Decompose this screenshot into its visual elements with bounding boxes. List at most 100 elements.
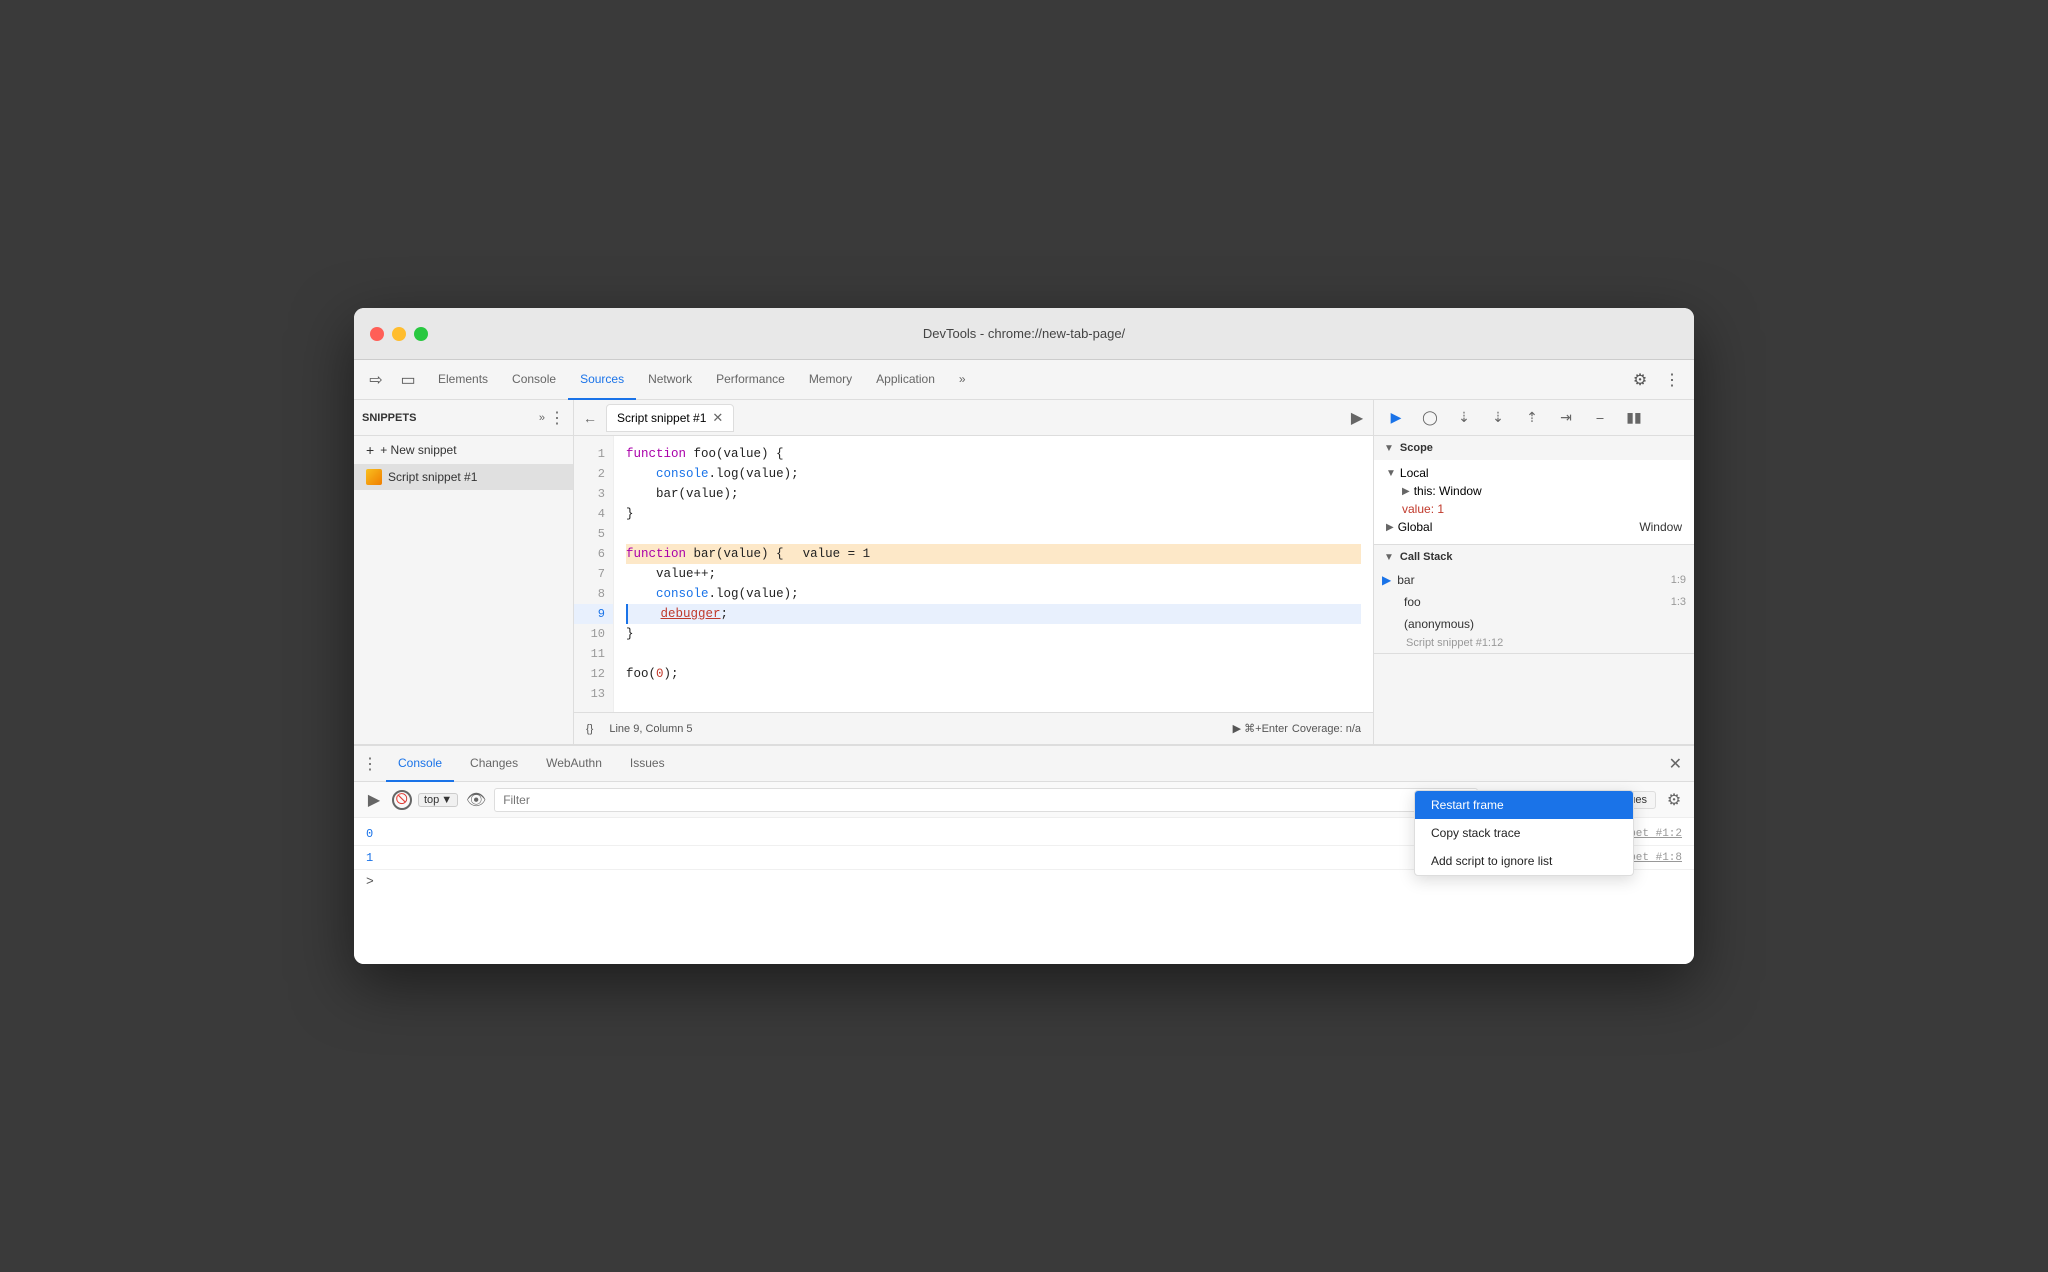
devtools-window: DevTools - chrome://new-tab-page/ ⇨ ▭ El… (354, 308, 1694, 964)
console-filter-input[interactable] (494, 788, 1478, 812)
global-arrow: ▶ (1386, 522, 1394, 533)
call-stack-section: ▼ Call Stack ▶ bar 1:9 foo 1:3 (1374, 545, 1694, 654)
local-label: Local (1400, 466, 1429, 480)
line-num-13: 13 (574, 684, 613, 704)
callstack-fn-anon: (anonymous) (1404, 617, 1680, 631)
pause-on-exception-btn[interactable]: ◯ (1416, 404, 1444, 432)
snippet-item-1[interactable]: Script snippet #1 (354, 464, 573, 490)
console-settings-icon[interactable]: ⚙ (1662, 788, 1686, 812)
close-traffic-light[interactable] (370, 327, 384, 341)
traffic-lights (370, 327, 428, 341)
ctx-add-to-ignore[interactable]: Add script to ignore list (1415, 847, 1633, 875)
call-stack-content: ▶ bar 1:9 foo 1:3 (anonymous) (1374, 569, 1694, 653)
code-line-3: bar(value); (626, 484, 1361, 504)
line-num-2: 2 (574, 464, 613, 484)
tab-more[interactable]: » (947, 360, 978, 400)
format-btn[interactable]: {} (586, 723, 593, 735)
scope-title: Scope (1400, 442, 1433, 454)
bottom-tab-console[interactable]: Console (386, 746, 454, 782)
step-into-btn[interactable]: ⇣ (1484, 404, 1512, 432)
ctx-restart-frame[interactable]: Restart frame (1415, 791, 1633, 819)
resume-btn[interactable]: ▶︎ (1382, 404, 1410, 432)
code-editor[interactable]: function foo(value) { console.log(value)… (614, 436, 1373, 712)
more-options-icon[interactable]: ⋮ (1658, 366, 1686, 394)
scope-global-header[interactable]: ▶ Global Window (1386, 518, 1682, 536)
local-arrow: ▼ (1386, 468, 1396, 479)
main-toolbar: ⇨ ▭ Elements Console Sources Network Per… (354, 360, 1694, 400)
step-over-btn[interactable]: ⇣ (1450, 404, 1478, 432)
settings-icon[interactable]: ⚙ (1626, 366, 1654, 394)
plus-icon: + (366, 442, 374, 458)
line-num-9: 9 (574, 604, 613, 624)
snippet-icon (366, 469, 382, 485)
cursor-icon[interactable]: ⇨ (362, 366, 390, 394)
tab-network[interactable]: Network (636, 360, 704, 400)
minimize-traffic-light[interactable] (392, 327, 406, 341)
ctx-copy-stack-trace[interactable]: Copy stack trace (1415, 819, 1633, 847)
toolbar-right: ⚙ ⋮ (1626, 366, 1686, 394)
bottom-more-icon[interactable]: ⋮ (362, 754, 378, 774)
line-num-8: 8 (574, 584, 613, 604)
editor-tab-snippet[interactable]: Script snippet #1 ✕ (606, 404, 734, 432)
callstack-fn-bar: bar (1397, 573, 1664, 587)
code-line-10: } (626, 624, 1361, 644)
callstack-item-anon[interactable]: (anonymous) (1374, 613, 1694, 635)
bottom-close-icon[interactable]: ✕ (1665, 754, 1686, 774)
run-status: ▶ ⌘+Enter Coverage: n/a (1233, 722, 1361, 735)
tab-elements[interactable]: Elements (426, 360, 500, 400)
scope-this-row: ▶ this: Window (1386, 482, 1682, 500)
debug-toolbar: ▶︎ ◯ ⇣ ⇣ ⇡ ⇥ ⎯ ▮▮ (1374, 400, 1694, 436)
tab-application[interactable]: Application (864, 360, 947, 400)
new-snippet-button[interactable]: + + New snippet (354, 436, 573, 464)
scope-local-header[interactable]: ▼ Local (1386, 464, 1682, 482)
code-container[interactable]: 1 2 3 4 5 6 7 8 9 10 11 12 13 (574, 436, 1373, 712)
editor-area: ← Script snippet #1 ✕ ▶ 1 2 3 4 5 6 (574, 400, 1374, 744)
editor-run-button[interactable]: ▶ (1345, 406, 1369, 430)
tab-console[interactable]: Console (500, 360, 568, 400)
code-line-6: function bar(value) { value = 1 (626, 544, 1361, 564)
tab-sources[interactable]: Sources (568, 360, 636, 400)
sidebar: Snippets » ⋮ + + New snippet Script snip… (354, 400, 574, 744)
code-line-4: } (626, 504, 1361, 524)
bottom-tab-changes[interactable]: Changes (458, 746, 530, 782)
editor-nav-back[interactable]: ← (578, 406, 602, 430)
sidebar-more-icon[interactable]: » (539, 412, 545, 424)
value-label: value: 1 (1402, 502, 1444, 516)
console-clear-icon[interactable]: 🚫 (392, 790, 412, 810)
top-context-selector[interactable]: top ▼ (418, 793, 458, 807)
scope-header[interactable]: ▼ Scope (1374, 436, 1694, 460)
global-val: Window (1639, 520, 1682, 534)
callstack-loc-foo: 1:3 (1671, 596, 1686, 608)
pause-btn[interactable]: ▮▮ (1620, 404, 1648, 432)
console-eye-icon[interactable]: 👁 (464, 788, 488, 812)
sidebar-menu-icon[interactable]: ⋮ (549, 408, 565, 428)
scope-content: ▼ Local ▶ this: Window value: 1 ▶ Glob (1374, 460, 1694, 544)
line-num-12: 12 (574, 664, 613, 684)
bottom-tab-issues[interactable]: Issues (618, 746, 677, 782)
tab-performance[interactable]: Performance (704, 360, 797, 400)
code-line-2: console.log(value); (626, 464, 1361, 484)
tab-memory[interactable]: Memory (797, 360, 864, 400)
bottom-tab-bar: ⋮ Console Changes WebAuthn Issues ✕ (354, 746, 1694, 782)
callstack-item-foo[interactable]: foo 1:3 (1374, 591, 1694, 613)
code-line-11 (626, 644, 1361, 664)
console-val-1: 1 (366, 851, 396, 865)
scope-arrow: ▼ (1384, 443, 1394, 454)
line-numbers: 1 2 3 4 5 6 7 8 9 10 11 12 13 (574, 436, 614, 712)
maximize-traffic-light[interactable] (414, 327, 428, 341)
step-btn[interactable]: ⇥ (1552, 404, 1580, 432)
editor-tab-close-icon[interactable]: ✕ (712, 410, 723, 426)
code-line-7: value++; (626, 564, 1361, 584)
callstack-item-bar[interactable]: ▶ bar 1:9 (1374, 569, 1694, 591)
cursor-position: Line 9, Column 5 (609, 723, 692, 735)
console-run-icon[interactable]: ▶ (362, 788, 386, 812)
callstack-active-arrow: ▶ (1382, 573, 1391, 587)
run-label[interactable]: ▶ ⌘+Enter (1233, 722, 1288, 735)
right-panel: ▶︎ ◯ ⇣ ⇣ ⇡ ⇥ ⎯ ▮▮ ▼ Scope (1374, 400, 1694, 744)
device-icon[interactable]: ▭ (394, 366, 422, 394)
call-stack-header[interactable]: ▼ Call Stack (1374, 545, 1694, 569)
bottom-tab-webauthn[interactable]: WebAuthn (534, 746, 614, 782)
line-num-7: 7 (574, 564, 613, 584)
deactivate-btn[interactable]: ⎯ (1586, 404, 1614, 432)
step-out-btn[interactable]: ⇡ (1518, 404, 1546, 432)
